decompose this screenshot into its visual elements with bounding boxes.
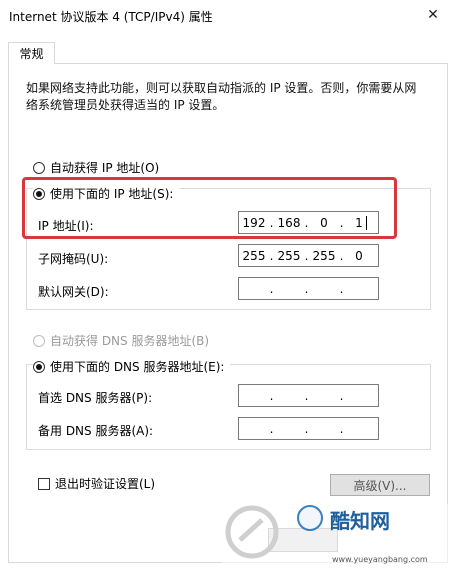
subnet-mask-label: 子网掩码(U):: [38, 252, 109, 266]
validate-label: 退出时验证设置(L): [55, 477, 156, 491]
ok-button[interactable]: [268, 528, 338, 552]
close-icon: ✕: [427, 7, 439, 23]
octet-separator: .: [304, 388, 309, 403]
tab-general-label: 常规: [19, 47, 44, 61]
radio-auto-ip-label: 自动获得 IP 地址(O): [50, 161, 160, 175]
radio-auto-dns[interactable]: 自动获得 DNS 服务器地址(B): [33, 332, 209, 349]
close-button[interactable]: ✕: [411, 0, 455, 30]
octet-separator: .: [339, 388, 344, 403]
window-title: Internet 协议版本 4 (TCP/IPv4) 属性: [9, 10, 213, 24]
advanced-button[interactable]: 高级(V)...: [330, 474, 430, 496]
tab-general[interactable]: 常规: [8, 42, 55, 64]
alternate-dns-input[interactable]: . . .: [238, 417, 379, 440]
ip-octet: 255: [242, 248, 266, 263]
octet-separator: .: [304, 281, 309, 296]
ip-highlight-annotation: [22, 177, 397, 239]
octet-separator: .: [269, 281, 274, 296]
radio-auto-dns-label: 自动获得 DNS 服务器地址(B): [50, 334, 210, 348]
radio-manual-dns-indicator[interactable]: [33, 360, 45, 373]
radio-manual-dns[interactable]: 使用下面的 DNS 服务器地址(E):: [33, 358, 231, 375]
description-text: 如果网络支持此功能，则可以获取自动指派的 IP 设置。否则，你需要从网络系统管理…: [26, 81, 417, 112]
advanced-button-label: 高级(V)...: [353, 478, 407, 493]
radio-auto-ip-indicator[interactable]: [33, 161, 45, 174]
radio-auto-ip[interactable]: 自动获得 IP 地址(O): [33, 159, 159, 176]
alternate-dns-label: 备用 DNS 服务器(A):: [38, 424, 154, 438]
radio-manual-dns-label: 使用下面的 DNS 服务器地址(E):: [50, 360, 225, 374]
octet-separator: .: [269, 388, 274, 403]
subnet-mask-input[interactable]: 255. 255. 255. 0: [238, 244, 379, 267]
octet-separator: .: [304, 421, 309, 436]
preferred-dns-label: 首选 DNS 服务器(P):: [38, 391, 153, 405]
validate-checkbox[interactable]: [38, 477, 50, 490]
ip-octet: 0: [355, 248, 363, 263]
default-gateway-input[interactable]: . . .: [238, 277, 379, 300]
title-bar: Internet 协议版本 4 (TCP/IPv4) 属性 ✕: [0, 0, 455, 30]
octet-separator: .: [339, 421, 344, 436]
octet-separator: .: [269, 421, 274, 436]
default-gateway-label: 默认网关(D):: [38, 285, 109, 299]
preferred-dns-input[interactable]: . . .: [238, 384, 379, 407]
ip-octet: 255: [312, 248, 336, 263]
octet-separator: .: [339, 281, 344, 296]
validate-on-exit[interactable]: 退出时验证设置(L): [38, 475, 155, 492]
radio-auto-dns-indicator[interactable]: [33, 334, 45, 347]
ip-octet: 255: [277, 248, 301, 263]
